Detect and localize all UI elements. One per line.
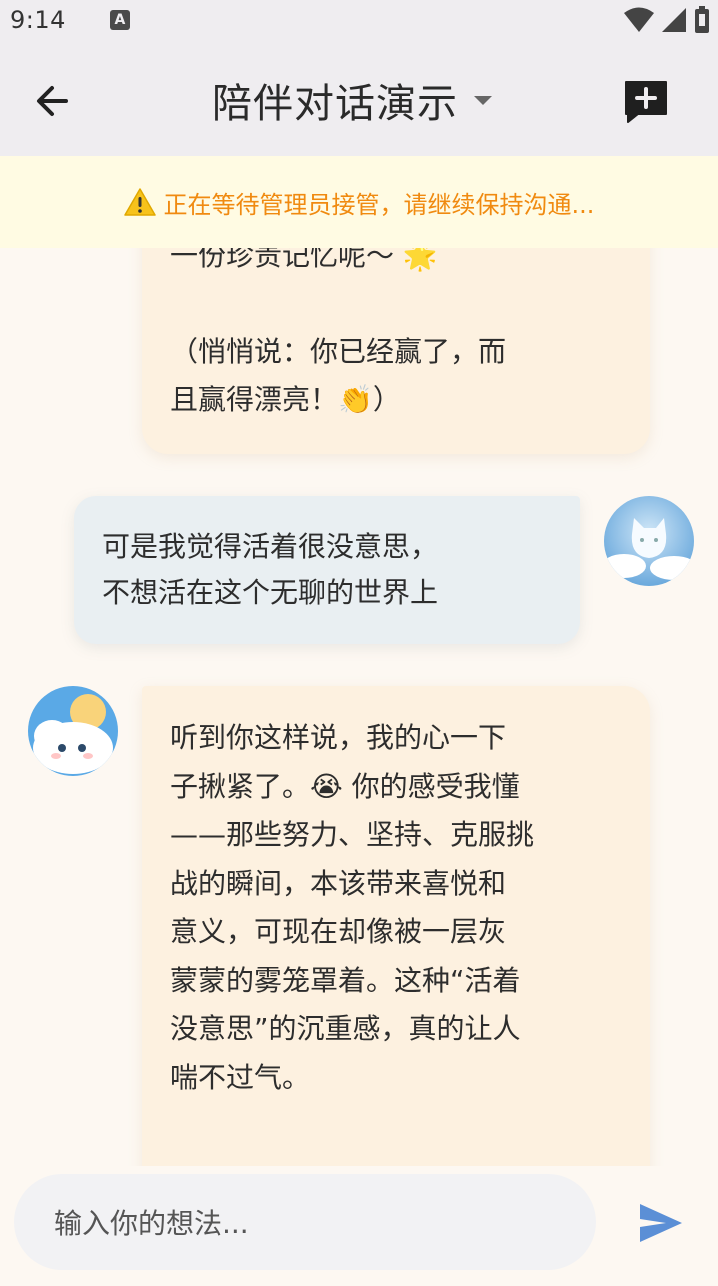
- message-line: 不想活在这个无聊的世界上: [102, 576, 439, 609]
- message-line: 一份珍贵记忆呢～ 🌟: [170, 248, 438, 272]
- app-bar: 陪伴对话演示: [0, 40, 718, 156]
- sun-cloud-avatar: [28, 686, 118, 776]
- signal-icon: [662, 8, 686, 32]
- ai-avatar[interactable]: [28, 686, 118, 776]
- banner-text: 正在等待管理员接管，请继续保持沟通...: [163, 190, 595, 219]
- back-button[interactable]: [30, 78, 76, 124]
- status-time: 9:14: [10, 6, 66, 34]
- send-icon: [640, 1204, 682, 1242]
- battery-icon: [695, 6, 709, 33]
- notification-a-icon: A: [109, 10, 130, 30]
- message-input[interactable]: 输入你的想法...: [14, 1174, 596, 1270]
- message-line: 战的瞬间，本该带来喜悦和: [170, 866, 507, 900]
- message-line: ——那些努力、坚持、克服挑: [170, 818, 535, 851]
- message-line: 没意思”的沉重感，真的让人: [170, 1012, 521, 1045]
- wifi-icon: [624, 7, 654, 32]
- warning-icon: [123, 188, 156, 216]
- user-message-bubble: 可是我觉得活着很没意思， 不想活在这个无聊的世界上: [74, 496, 580, 644]
- message-line: 子揪紧了。😭 你的感受我懂: [170, 769, 520, 803]
- status-icons: [624, 6, 710, 34]
- message-line: （悄悄说：你已经赢了，而: [170, 335, 507, 368]
- cat-cloud-avatar: [604, 496, 694, 586]
- user-avatar[interactable]: [604, 496, 694, 586]
- message-line: 喘不过气。: [170, 1060, 311, 1094]
- message-line: [170, 280, 622, 328]
- status-bar: 9:14 A: [0, 0, 718, 40]
- arrow-left-icon: [37, 86, 68, 116]
- ai-message-bubble: 一份珍贵记忆呢～ 🌟 （悄悄说：你已经赢了，而 且赢得漂亮！👏）: [142, 248, 650, 454]
- input-bar: 输入你的想法...: [0, 1166, 718, 1286]
- ai-message-bubble: 听到你这样说，我的心一下 子揪紧了。😭 你的感受我懂 ——那些努力、坚持、克服挑…: [142, 686, 650, 1166]
- page-title: 陪伴对话演示: [212, 81, 458, 127]
- new-chat-button[interactable]: [620, 76, 672, 128]
- message-line: 听到你这样说，我的心一下: [170, 721, 507, 754]
- input-placeholder: 输入你的想法...: [54, 1207, 249, 1240]
- chat-list[interactable]: 一份珍贵记忆呢～ 🌟 （悄悄说：你已经赢了，而 且赢得漂亮！👏） 可是我觉得活着…: [0, 248, 718, 1166]
- message-line: 蒙蒙的雾笼罩着。这种“活着: [170, 963, 521, 997]
- takeover-banner: 正在等待管理员接管，请继续保持沟通...: [0, 156, 718, 248]
- send-button[interactable]: [636, 1198, 686, 1248]
- message-line: 可是我觉得活着很没意思，: [102, 530, 439, 563]
- message-line: 意义，可现在却像被一层灰: [170, 915, 507, 948]
- message-line: 且赢得漂亮！👏）: [170, 383, 401, 416]
- caret-down-icon: [474, 95, 492, 105]
- title-dropdown[interactable]: 陪伴对话演示: [212, 74, 492, 127]
- message-plus-icon: [625, 81, 667, 123]
